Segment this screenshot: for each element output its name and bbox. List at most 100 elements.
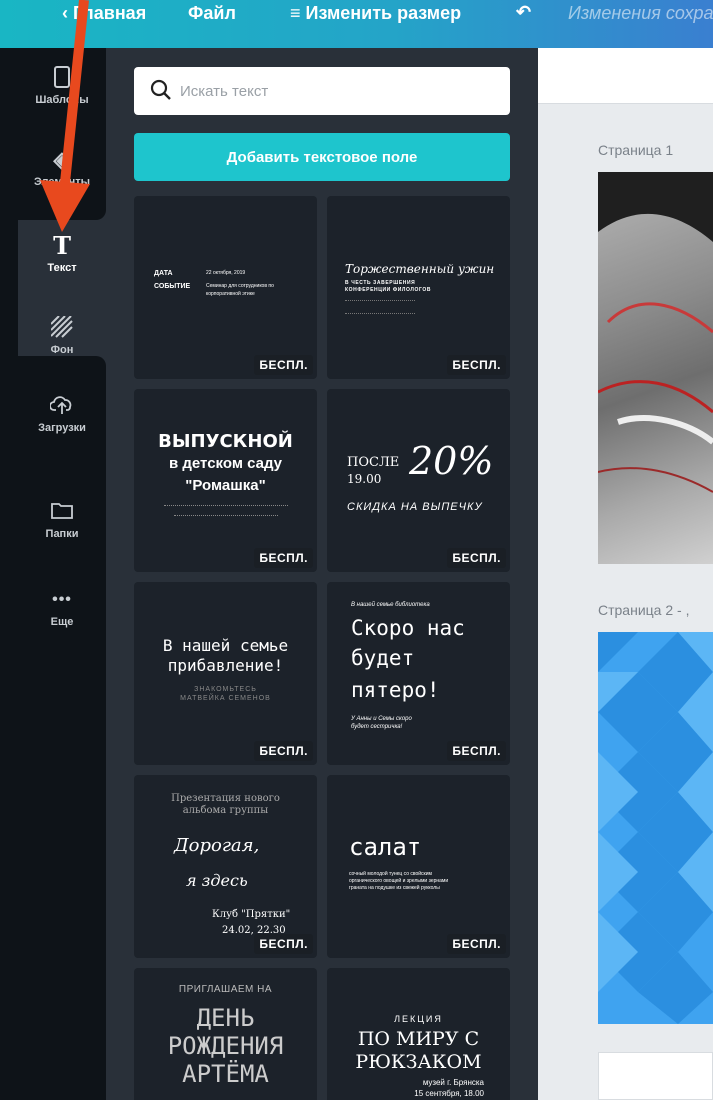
template-text: пятеро! (351, 678, 440, 702)
text-template-baby-announcement[interactable]: В нашей семье библиотека Скоро нас будет… (327, 582, 510, 765)
text-template-lecture[interactable]: ЛЕКЦИЯ ПО МИРУ С РЮКЗАКОМ музей г. Брянс… (327, 968, 510, 1100)
search-icon (150, 79, 172, 101)
template-text: 15 сентября, 18.00 (414, 1089, 484, 1098)
template-decoration (164, 505, 288, 507)
sidebar-item-background[interactable]: Фон (18, 315, 106, 356)
text-template-gala-dinner[interactable]: Торжественный ужин В ЧЕСТЬ ЗАВЕРШЕНИЯ КО… (327, 196, 510, 379)
search-input[interactable] (180, 77, 490, 105)
add-text-field-button[interactable]: Добавить текстовое поле (134, 133, 510, 181)
text-template-discount[interactable]: ПОСЛЕ 19.00 20% СКИДКА НА ВЫПЕЧКУ БЕСПЛ. (327, 389, 510, 572)
page-3-canvas[interactable] (598, 1052, 713, 1100)
free-badge: БЕСПЛ. (254, 934, 313, 954)
template-text: органического овощей и зрелыми зернами (349, 878, 449, 884)
sidebar-item-label: Текст (47, 262, 77, 274)
save-status: Изменения сохра (568, 3, 713, 23)
sidebar-item-text[interactable]: T Текст (18, 231, 106, 275)
template-text: 19.00 (347, 472, 382, 486)
template-text: Презентация нового (171, 793, 280, 804)
template-text: СКИДКА НА ВЫПЕЧКУ (347, 501, 483, 513)
template-text: Семинар для сотрудников по (206, 283, 274, 289)
template-icon (18, 66, 106, 90)
template-text: ДЕНЬ (196, 1004, 255, 1032)
sidebar-item-label: Папки (45, 528, 79, 540)
sidebar-item-label: Элементы (33, 176, 91, 188)
page-1-canvas[interactable] (598, 172, 713, 564)
template-text: Дорогая, (174, 835, 260, 856)
template-text: РОЖДЕНИЯ (167, 1032, 284, 1060)
template-text: ЗНАКОМЬТЕСЬ (194, 686, 257, 693)
template-text: МАТВЕЙКА СЕМЕНОВ (180, 695, 271, 702)
template-text: граната на подушке из свежей рукколы (349, 885, 440, 891)
free-badge: БЕСПЛ. (254, 741, 313, 761)
template-text: ПРИГЛАШАЕМ НА (178, 984, 273, 995)
text-template-graduation[interactable]: ВЫПУСКНОЙ в детском саду "Ромашка" БЕСПЛ… (134, 389, 317, 572)
template-text: будет сестричка! (351, 724, 403, 730)
template-text: музей г. Брянска (422, 1078, 484, 1087)
page-2-pattern (598, 632, 713, 1024)
template-text: ЛЕКЦИЯ (394, 1014, 443, 1024)
template-text: 22 октября, 2019 (206, 270, 246, 276)
sidebar-bottom-section (18, 356, 106, 1100)
sidebar-item-label: Загрузки (38, 422, 86, 434)
template-text: Скоро нас (351, 616, 465, 640)
free-badge: БЕСПЛ. (254, 355, 313, 375)
sidebar-item-elements[interactable]: ◈ Элементы (18, 147, 106, 189)
top-bar: ‹ Главная Файл ≡ Изменить размер ↶ Измен… (0, 0, 713, 48)
resize-button[interactable]: ≡ Изменить размер (290, 3, 461, 24)
template-text: будет (351, 646, 415, 670)
more-dots-icon: ••• (52, 591, 72, 608)
shapes-icon: ◈ (53, 147, 71, 172)
template-text: Торжественный ужин (345, 262, 495, 276)
free-badge: БЕСПЛ. (447, 548, 506, 568)
page-1-label: Страница 1 (598, 142, 674, 158)
text-panel: Добавить текстовое поле ДАТА 22 октября,… (106, 48, 538, 1100)
template-text: сочный молодой тунец со свойским (349, 871, 432, 877)
template-decoration (345, 300, 415, 314)
template-decoration (174, 515, 278, 517)
page-2-canvas[interactable] (598, 632, 713, 1024)
sidebar-item-label: Фон (50, 344, 74, 356)
text-template-menu-item[interactable]: салат сочный молодой тунец со свойским о… (327, 775, 510, 958)
free-badge: БЕСПЛ. (254, 548, 313, 568)
app-window: ‹ Главная Файл ≡ Изменить размер ↶ Измен… (0, 0, 713, 1100)
text-icon: T (53, 231, 71, 260)
sidebar-item-uploads[interactable]: Загрузки (18, 394, 106, 434)
template-text: ДАТА (154, 270, 173, 277)
template-text: прибавление! (167, 656, 284, 675)
cloud-upload-icon (18, 394, 106, 418)
free-badge: БЕСПЛ. (447, 934, 506, 954)
template-text: 20% (409, 439, 494, 483)
template-text: я здесь (186, 871, 248, 890)
free-badge: БЕСПЛ. (447, 355, 506, 375)
home-link[interactable]: ‹ Главная (62, 3, 146, 24)
template-text: корпоративной этике (206, 291, 255, 297)
sidebar-item-label: Шаблоны (35, 94, 89, 106)
template-text: ПО МИРУ С (357, 1028, 480, 1050)
folder-icon (18, 500, 106, 524)
template-text: У Анны и Семы скоро (351, 716, 412, 722)
template-text: ПОСЛЕ (347, 455, 400, 470)
sidebar-item-folders[interactable]: Папки (18, 500, 106, 540)
page-2-label: Страница 2 - , (598, 602, 690, 618)
template-text: ВЫПУСКНОЙ (158, 431, 293, 452)
search-box[interactable] (134, 67, 510, 115)
sidebar-item-more[interactable]: ••• Еще (18, 588, 106, 628)
sidebar-item-templates[interactable]: Шаблоны (18, 66, 106, 106)
template-text: КОНФЕРЕНЦИИ ФИЛОЛОГОВ (345, 287, 432, 293)
template-text: В ЧЕСТЬ ЗАВЕРШЕНИЯ (345, 280, 416, 286)
template-text: В нашей семье библиотека (351, 602, 430, 608)
file-menu[interactable]: Файл (188, 3, 236, 24)
template-text: "Ромашка" (185, 477, 266, 494)
template-text: АРТЁМА (182, 1060, 269, 1088)
undo-icon[interactable]: ↶ (516, 2, 531, 23)
text-template-family-news[interactable]: В нашей семье прибавление! ЗНАКОМЬТЕСЬ М… (134, 582, 317, 765)
sidebar: Шаблоны ◈ Элементы T Текст Фон Загрузки (18, 48, 106, 1100)
design-canvas-area: Страница 1 Страница 2 - , (538, 48, 713, 1100)
background-hatch-icon (18, 315, 106, 340)
template-text: Клуб "Прятки" (212, 909, 291, 920)
page-1-photo (598, 172, 713, 493)
text-template-event-info[interactable]: ДАТА 22 октября, 2019 СОБЫТИЕ Семинар дл… (134, 196, 317, 379)
text-template-album-presentation[interactable]: Презентация нового альбома группы Дорога… (134, 775, 317, 958)
canvas-toolbar (538, 48, 713, 104)
text-template-birthday[interactable]: ПРИГЛАШАЕМ НА ДЕНЬ РОЖДЕНИЯ АРТЁМА (134, 968, 317, 1100)
